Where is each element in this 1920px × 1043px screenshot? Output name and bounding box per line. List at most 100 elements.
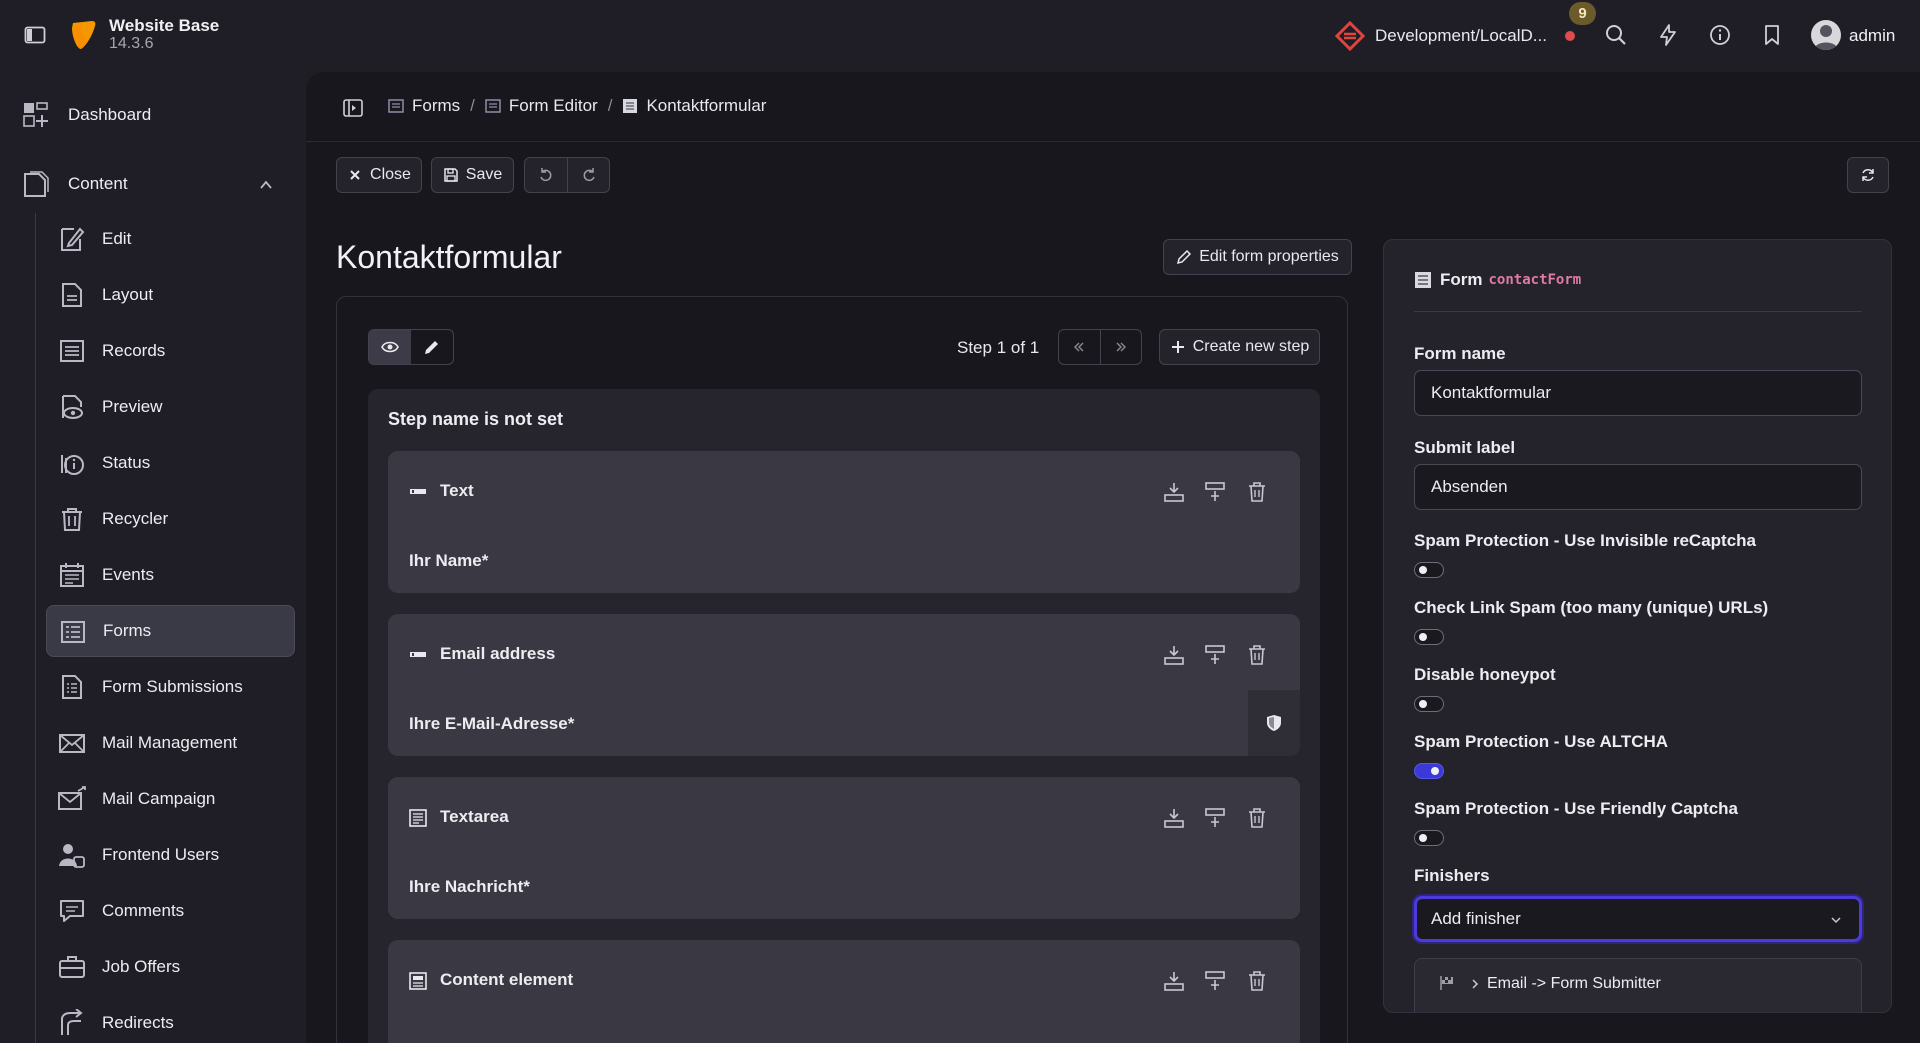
breadcrumb: Forms / Form Editor / Kontaktformular	[388, 96, 766, 116]
sidebar-item-forms[interactable]: Forms	[46, 605, 295, 657]
save-button[interactable]: Save	[431, 157, 514, 193]
finisher-item[interactable]: Email -> Form Submitter	[1414, 958, 1862, 1012]
finishers-label: Finishers	[1414, 866, 1490, 885]
friendly-captcha-toggle[interactable]	[1414, 830, 1444, 846]
site-selector[interactable]: Development/LocalD...	[1375, 26, 1547, 46]
flash-icon[interactable]	[1656, 23, 1680, 47]
sidebar-item-label: Status	[102, 453, 151, 472]
sidebar-item-label: Frontend Users	[102, 845, 220, 864]
notification-badge[interactable]: 9	[1569, 2, 1596, 25]
insert-after-icon[interactable]	[1163, 644, 1185, 666]
pencil-icon	[1177, 249, 1192, 265]
sidebar-item-comments[interactable]: Comments	[46, 885, 295, 937]
content-page-icon	[24, 171, 49, 197]
typo3-logo-icon[interactable]	[70, 19, 98, 51]
search-icon[interactable]	[1604, 23, 1628, 47]
sidebar-item-label: Preview	[102, 397, 163, 416]
sidebar-item-mail-campaign[interactable]: Mail Campaign	[46, 773, 295, 825]
insert-after-icon[interactable]	[1163, 807, 1185, 829]
form-element-card[interactable]: Content element	[388, 940, 1300, 1043]
flag-checkered-icon	[1440, 976, 1453, 990]
trash-icon[interactable]	[1246, 481, 1268, 503]
sidebar-item-job-offers[interactable]: Job Offers	[46, 941, 295, 993]
redo-button[interactable]	[567, 158, 609, 192]
sidebar-item-redirects[interactable]: Redirects	[46, 997, 295, 1043]
sidebar-item-frontend-users[interactable]: Frontend Users	[46, 829, 295, 881]
sidebar-item-layout[interactable]: Layout	[46, 269, 295, 321]
sidebar-item-content[interactable]: Content	[22, 164, 128, 204]
undo-redo-group	[524, 157, 610, 193]
element-type: Content element	[440, 970, 574, 989]
insert-element-icon[interactable]	[1204, 807, 1226, 829]
sidebar-item-preview[interactable]: Preview	[46, 381, 295, 433]
insert-after-icon[interactable]	[1163, 970, 1185, 992]
sidebar-item-recycler[interactable]: Recycler	[46, 493, 295, 545]
trash-icon[interactable]	[1246, 807, 1268, 829]
form-name-input[interactable]: Kontaktformular	[1414, 370, 1862, 416]
create-new-step-button[interactable]: Create new step	[1159, 329, 1320, 365]
recaptcha-toggle[interactable]	[1414, 562, 1444, 578]
sidebar-item-label: Form Submissions	[102, 677, 243, 696]
view-mode-toggle	[368, 329, 454, 365]
sidebar-item-edit[interactable]: Edit	[46, 213, 295, 265]
sidebar-item-dashboard[interactable]: Dashboard	[22, 95, 151, 135]
sidebar-item-label: Job Offers	[102, 957, 181, 976]
submit-label-input[interactable]: Absenden	[1414, 464, 1862, 510]
info-icon[interactable]	[1708, 23, 1732, 47]
form-element-card[interactable]: Text Ihr Name*	[388, 451, 1300, 593]
sidebar-item-label: Mail Management	[102, 733, 238, 752]
form-inspector: Form contactForm Form name Kontaktformul…	[1383, 239, 1892, 1013]
toggle-label-altcha: Spam Protection - Use ALTCHA	[1414, 732, 1669, 751]
toggle-label-friendly-captcha: Spam Protection - Use Friendly Captcha	[1414, 799, 1739, 818]
navigation-toggle-icon[interactable]	[343, 98, 363, 118]
trash-icon[interactable]	[1246, 970, 1268, 992]
form-element-card[interactable]: Email address Ihre E-Mail-Adresse*	[388, 614, 1300, 756]
edit-form-properties-button[interactable]: Edit form properties	[1163, 239, 1352, 275]
chevron-right-icon[interactable]	[1469, 978, 1481, 990]
insert-element-icon[interactable]	[1204, 644, 1226, 666]
form-stage: Step 1 of 1 Create new step Step name is…	[336, 296, 1348, 1043]
link-spam-toggle[interactable]	[1414, 629, 1444, 645]
abstract-mode-button[interactable]	[411, 330, 453, 364]
form-record-icon	[623, 99, 638, 113]
next-step-button[interactable]	[1099, 330, 1141, 364]
sidebar-item-records[interactable]: Records	[46, 325, 295, 377]
insert-element-icon[interactable]	[1204, 970, 1226, 992]
add-finisher-select[interactable]: Add finisher	[1414, 896, 1862, 942]
close-button[interactable]: Close	[336, 157, 422, 193]
altcha-toggle[interactable]	[1414, 763, 1444, 779]
form-element-card[interactable]: Textarea Ihre Nachricht*	[388, 777, 1300, 919]
breadcrumb-item-forms[interactable]: Forms	[412, 96, 460, 116]
text-field-icon	[410, 489, 426, 494]
trash-icon[interactable]	[1246, 644, 1268, 666]
sidebar-item-form-submissions[interactable]: Form Submissions	[46, 661, 295, 713]
mail-icon	[59, 734, 85, 753]
insert-after-icon[interactable]	[1163, 481, 1185, 503]
chevron-up-icon[interactable]	[258, 177, 274, 193]
save-icon	[444, 168, 458, 182]
sidebar-item-events[interactable]: Events	[46, 549, 295, 601]
sidebar-item-status[interactable]: Status	[46, 437, 295, 489]
sidebar-toggle-icon[interactable]	[24, 24, 46, 46]
form-submissions-icon	[62, 675, 82, 699]
undo-button[interactable]	[525, 158, 567, 192]
sidebar-item-mail-management[interactable]: Mail Management	[46, 717, 295, 769]
breadcrumb-separator: /	[470, 96, 475, 115]
sidebar-item-label: Edit	[102, 229, 132, 248]
honeypot-toggle[interactable]	[1414, 696, 1444, 712]
sidebar-item-label: Layout	[102, 285, 154, 304]
preview-mode-button[interactable]	[369, 330, 411, 364]
refresh-icon	[1862, 169, 1874, 181]
calendar-icon	[60, 563, 84, 587]
username[interactable]: admin	[1849, 26, 1895, 46]
users-icon	[59, 844, 85, 868]
insert-element-icon[interactable]	[1204, 481, 1226, 503]
previous-step-button[interactable]	[1059, 330, 1100, 364]
double-chevron-right-icon	[1116, 342, 1126, 352]
avatar[interactable]	[1811, 20, 1841, 50]
breadcrumb-item-form-editor[interactable]: Form Editor	[509, 96, 598, 116]
pencil-icon	[425, 341, 438, 354]
sidebar-item-label: Redirects	[102, 1013, 174, 1032]
bookmark-icon[interactable]	[1760, 23, 1784, 47]
reload-button[interactable]	[1847, 157, 1889, 193]
